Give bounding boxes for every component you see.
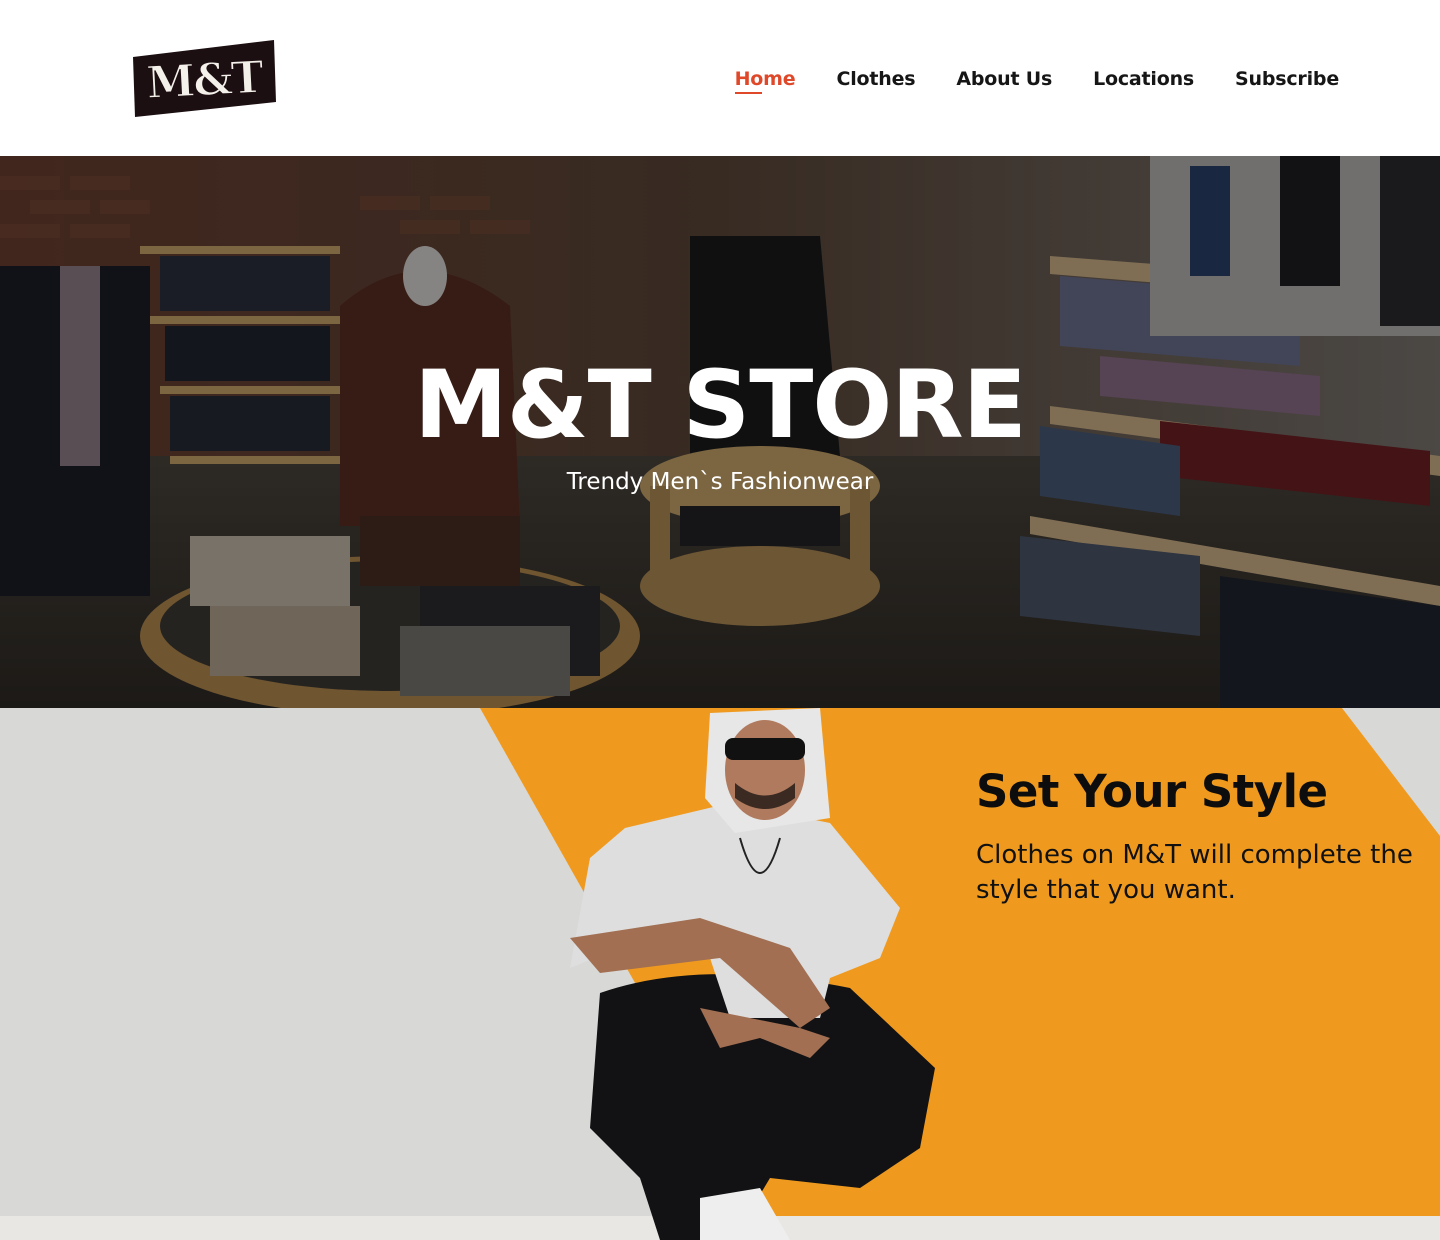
style-description: Clothes on M&T will complete the style t… bbox=[976, 840, 1413, 905]
hero-title: M&T STORE bbox=[414, 351, 1027, 460]
site-header: M&T Home Clothes About Us Locations Subs… bbox=[0, 0, 1440, 156]
nav-subscribe-label: Subscribe bbox=[1235, 68, 1339, 90]
nav-about-us[interactable]: About Us bbox=[956, 66, 1052, 92]
logo-mark: M&T bbox=[133, 40, 276, 117]
hero-banner: M&T STORE Trendy Men`s Fashionwear bbox=[0, 156, 1440, 708]
nav-clothes-label: Clothes bbox=[836, 68, 916, 90]
main-nav: Home Clothes About Us Locations Subscrib… bbox=[734, 66, 1339, 94]
brand-logo[interactable]: M&T bbox=[133, 40, 276, 117]
nav-clothes[interactable]: Clothes bbox=[836, 66, 915, 92]
hero-subtitle: Trendy Men`s Fashionwear bbox=[566, 469, 874, 495]
style-heading: Set Your Style bbox=[976, 765, 1328, 818]
active-nav-underline bbox=[734, 92, 762, 94]
nav-about-us-label: About Us bbox=[956, 68, 1053, 90]
nav-locations[interactable]: Locations bbox=[1093, 66, 1194, 92]
style-section: Set Your Style Clothes on M&T will compl… bbox=[0, 708, 1440, 1240]
nav-locations-label: Locations bbox=[1093, 68, 1195, 90]
svg-text:M&T: M&T bbox=[145, 52, 265, 109]
nav-home-label: Home bbox=[734, 68, 796, 90]
nav-subscribe[interactable]: Subscribe bbox=[1235, 66, 1339, 92]
nav-home[interactable]: Home bbox=[734, 66, 796, 94]
